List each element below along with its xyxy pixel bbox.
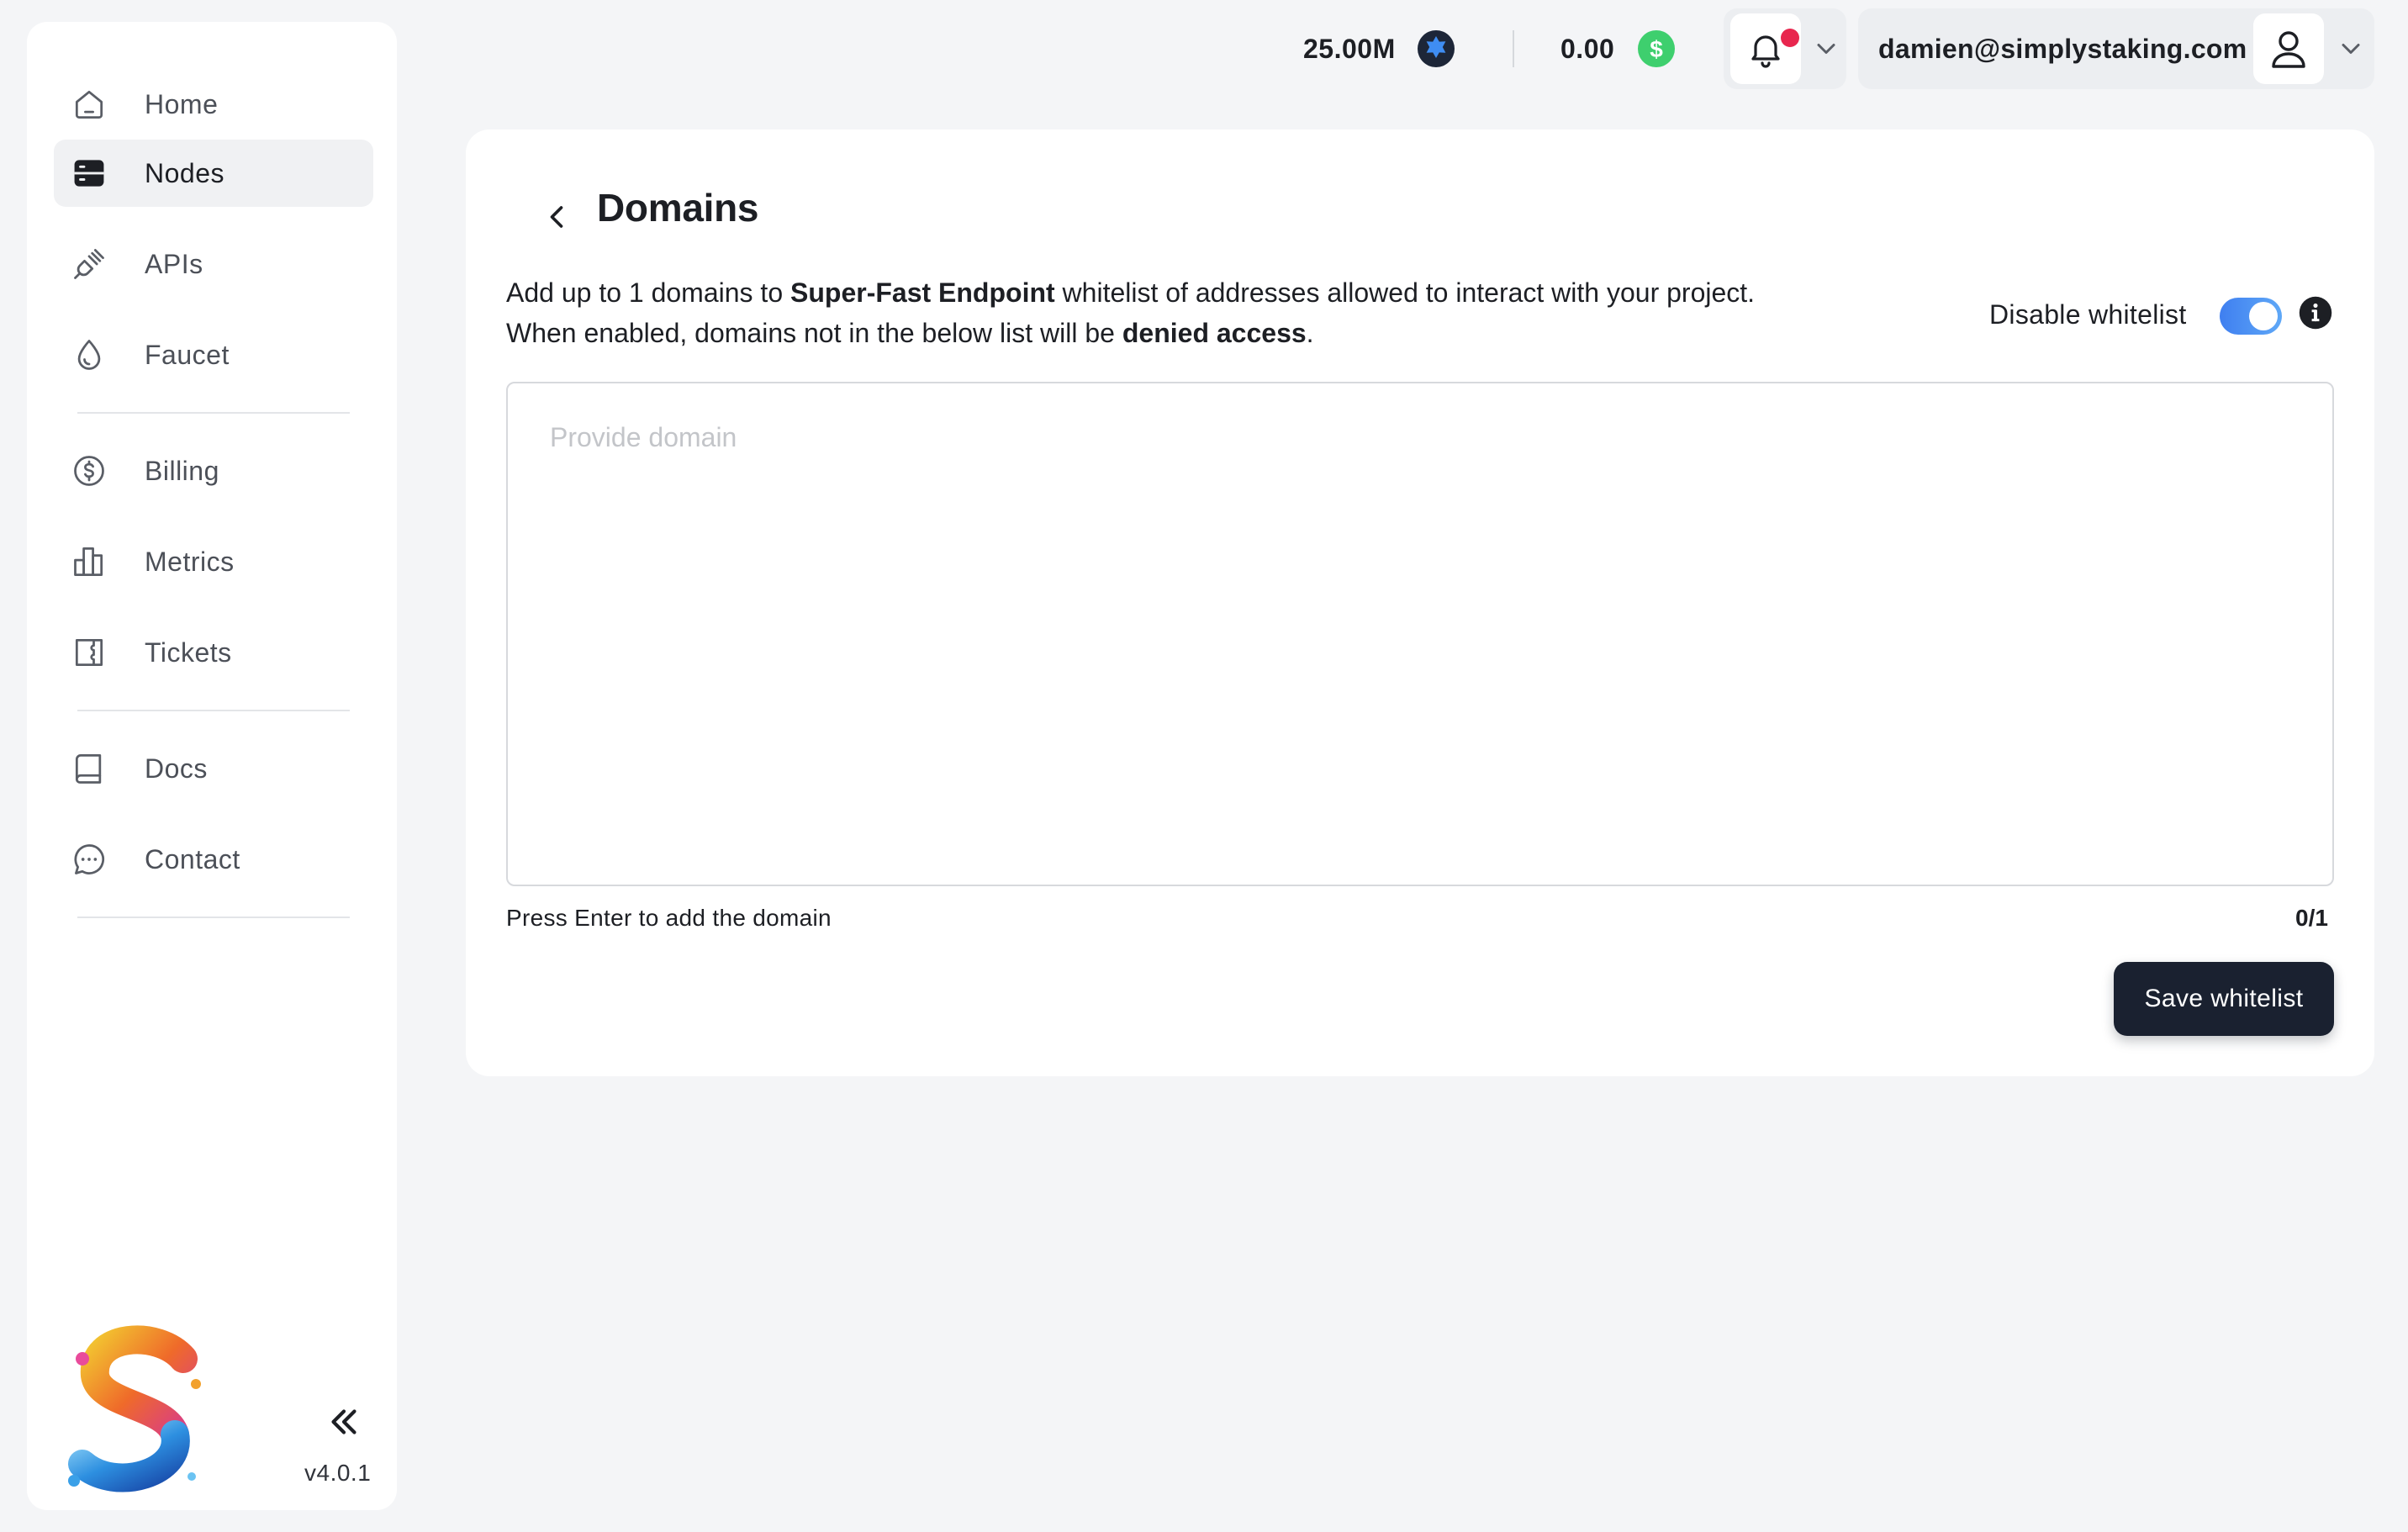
book-icon — [71, 750, 108, 787]
sidebar-divider — [77, 710, 350, 711]
unread-badge — [1781, 29, 1799, 47]
info-icon — [2297, 294, 2334, 331]
sidebar-item-label: APIs — [145, 249, 203, 279]
notifications-dropdown-toggle[interactable] — [1811, 34, 1841, 64]
sidebar-item-label: Docs — [145, 753, 208, 784]
topbar-separator — [1513, 30, 1514, 67]
chat-bubble-icon — [71, 841, 108, 878]
disable-whitelist-label: Disable whitelist — [1989, 298, 2187, 330]
page-title: Domains — [597, 186, 759, 230]
user-email[interactable]: damien@simplystaking.com — [1878, 8, 2247, 89]
sidebar-divider — [77, 412, 350, 414]
balance-display: 0.00 $ — [1560, 24, 1677, 74]
toggle-knob — [2249, 302, 2278, 330]
plug-icon — [71, 246, 108, 283]
whitelist-description: Add up to 1 domains to Super-Fast Endpoi… — [506, 272, 1935, 353]
credits-display: 25.00M — [1303, 24, 1456, 74]
user-menu: damien@simplystaking.com — [1858, 8, 2374, 89]
app-logo — [57, 1325, 217, 1502]
domain-input[interactable] — [506, 382, 2334, 886]
balance-value: 0.00 — [1560, 33, 1615, 64]
description-text: . — [1306, 318, 1314, 348]
domain-input-hint: Press Enter to add the domain — [506, 905, 832, 931]
server-icon — [71, 155, 108, 192]
svg-text:$: $ — [1650, 36, 1663, 62]
sidebar-item-label: Nodes — [145, 158, 224, 188]
sidebar-item-home[interactable]: Home — [54, 71, 373, 138]
ticket-icon — [71, 634, 108, 671]
sidebar-item-nodes[interactable]: Nodes — [54, 140, 373, 207]
credits-value: 25.00M — [1303, 33, 1396, 64]
back-button[interactable] — [538, 198, 575, 235]
description-text: Add up to 1 domains to — [506, 277, 790, 308]
chevron-down-icon — [1811, 44, 1841, 67]
sidebar-item-docs[interactable]: Docs — [54, 735, 373, 802]
dollar-circle-icon — [71, 452, 108, 489]
sidebar-divider — [77, 917, 350, 918]
sidebar-item-label: Faucet — [145, 340, 230, 370]
sidebar-item-apis[interactable]: APIs — [54, 230, 373, 298]
dollar-coin-icon: $ — [1636, 29, 1677, 69]
description-text: whitelist of addresses allowed to intera… — [1054, 277, 1756, 308]
denied-access-emphasis: denied access — [1122, 318, 1307, 348]
app-version: v4.0.1 — [304, 1460, 372, 1486]
chevron-left-icon — [538, 198, 575, 235]
disable-whitelist-toggle[interactable] — [2220, 298, 2282, 335]
sidebar-item-label: Home — [145, 89, 219, 119]
disable-whitelist-row: Disable whitelist — [1989, 291, 2187, 338]
star-badge-icon — [1416, 29, 1456, 69]
bar-chart-icon — [71, 543, 108, 580]
info-button[interactable] — [2297, 294, 2334, 331]
sidebar-item-metrics[interactable]: Metrics — [54, 528, 373, 595]
description-text: When enabled, domains not in the below l… — [506, 318, 1122, 348]
droplet-icon — [71, 336, 108, 373]
chevron-down-icon — [2336, 44, 2366, 67]
user-dropdown-toggle[interactable] — [2336, 34, 2366, 64]
sidebar-item-label: Contact — [145, 844, 240, 874]
domain-counter: 0/1 — [2295, 905, 2328, 931]
avatar[interactable] — [2253, 13, 2324, 84]
sidebar: Home Nodes APIs Faucet Billing Metrics T… — [27, 22, 397, 1510]
collapse-sidebar-button[interactable] — [323, 1401, 365, 1443]
notifications-menu — [1724, 8, 1846, 89]
sidebar-item-label: Metrics — [145, 547, 235, 577]
notifications-button[interactable] — [1730, 13, 1801, 84]
save-whitelist-button[interactable]: Save whitelist — [2114, 962, 2334, 1036]
sidebar-item-label: Billing — [145, 456, 219, 486]
home-icon — [71, 86, 108, 123]
double-chevron-left-icon — [323, 1401, 365, 1443]
sidebar-item-billing[interactable]: Billing — [54, 437, 373, 505]
endpoint-name: Super-Fast Endpoint — [790, 277, 1055, 308]
sidebar-item-contact[interactable]: Contact — [54, 826, 373, 893]
sidebar-item-tickets[interactable]: Tickets — [54, 619, 373, 686]
sidebar-item-faucet[interactable]: Faucet — [54, 321, 373, 388]
sidebar-item-label: Tickets — [145, 637, 232, 668]
